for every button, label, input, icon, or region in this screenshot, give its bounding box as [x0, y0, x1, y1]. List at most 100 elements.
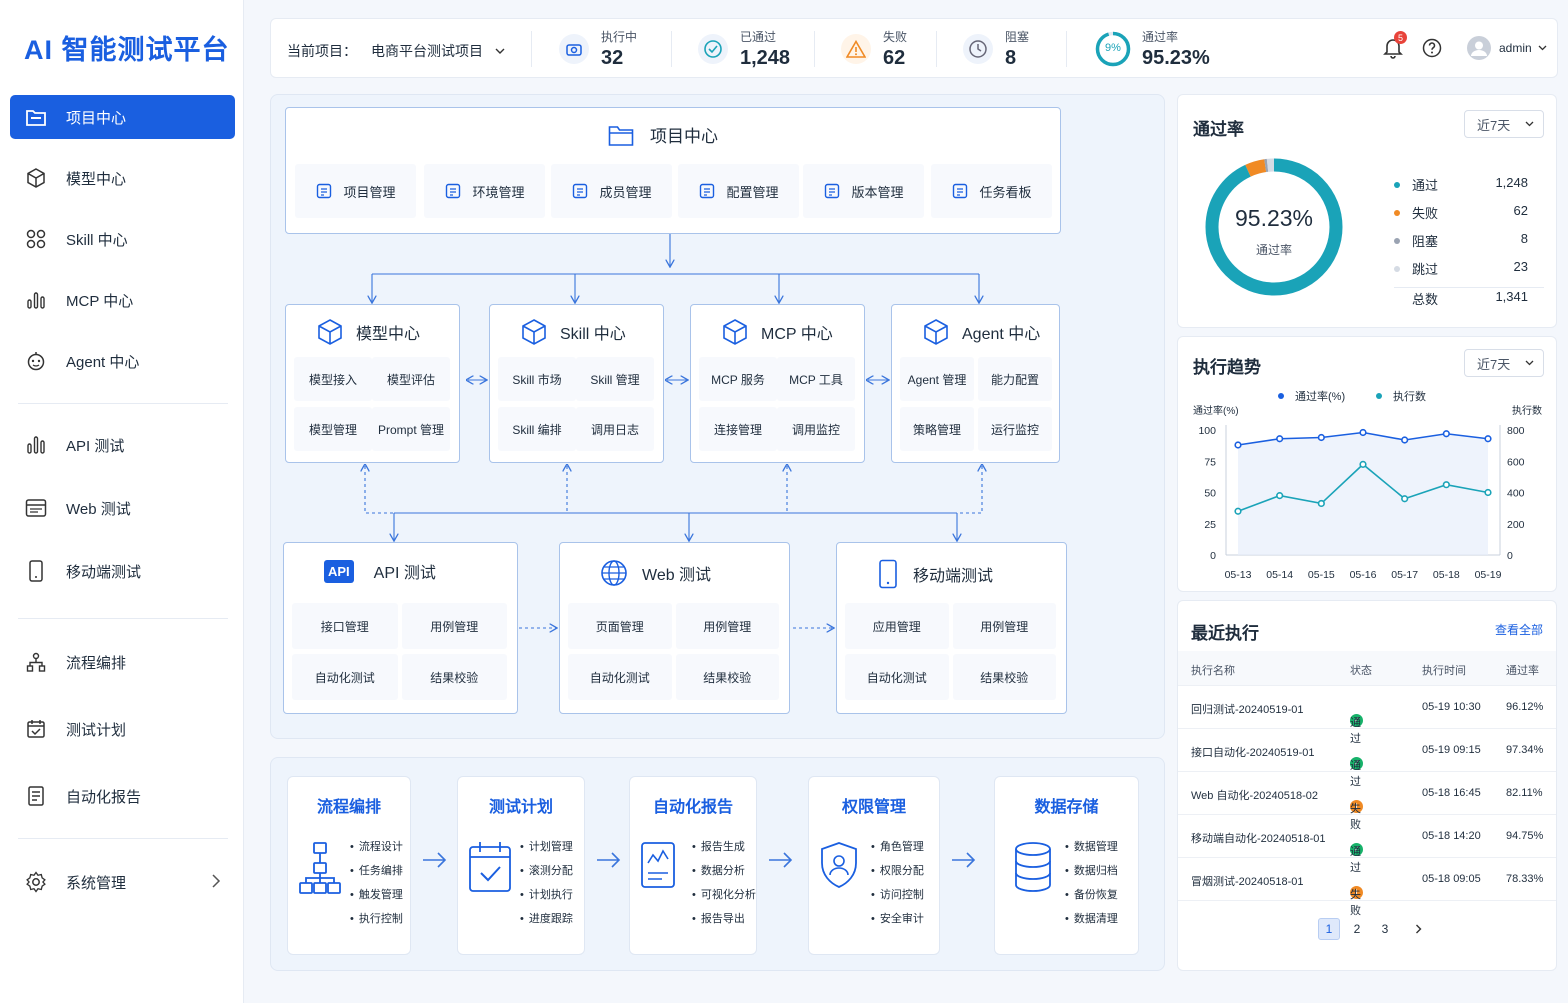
user-menu[interactable]: admin — [1467, 36, 1547, 60]
col-rate: 通过率 — [1506, 665, 1539, 677]
center-cell[interactable]: Skill 管理 — [576, 357, 654, 401]
project-center-item[interactable]: 任务看板 — [931, 164, 1052, 218]
center-cell[interactable]: 模型评估 — [372, 357, 450, 401]
project-center-title[interactable]: 项目中心 — [608, 122, 718, 147]
center-cell[interactable]: Agent 管理 — [900, 357, 974, 401]
test-card-title[interactable]: 移动端测试 — [877, 559, 993, 589]
capability-card[interactable]: 自动化报告 • 报告生成 • 数据分析 • 可视化分析 • 报告导出 — [629, 776, 757, 955]
capability-item: • 数据分析 — [692, 865, 745, 877]
center-cell[interactable]: 能力配置 — [978, 357, 1052, 401]
test-cell[interactable]: 用例管理 — [401, 603, 507, 649]
center-cell[interactable]: Skill 市场 — [498, 357, 576, 401]
stat-pass-rate: 9% 通过率 95.23% — [1094, 27, 1210, 71]
nav-item-web-test[interactable]: Web 测试 — [10, 486, 235, 530]
table-row[interactable]: Web 自动化-20240518-02! 失败 05-18 16:45 82.11% — [1178, 771, 1556, 831]
next-page-icon[interactable] — [1407, 918, 1429, 940]
nav-item-test-plan[interactable]: 测试计划 — [10, 707, 235, 751]
center-cell[interactable]: 运行监控 — [978, 407, 1052, 451]
project-label: 当前项目： — [287, 43, 357, 59]
exec-name: 移动端自动化-20240518-01 — [1191, 833, 1326, 845]
view-all-link[interactable]: 查看全部 — [1495, 621, 1543, 638]
nav-item-api-test[interactable]: API 测试 — [10, 423, 235, 467]
test-cell[interactable]: 应用管理 — [845, 603, 949, 649]
page-button[interactable]: 1 — [1318, 918, 1340, 940]
nav-item-project-center[interactable]: 项目中心 — [10, 95, 235, 139]
center-cell[interactable]: 连接管理 — [699, 407, 777, 451]
donut-value: 95.23% — [1234, 205, 1313, 231]
capability-item: • 可视化分析 — [692, 889, 756, 901]
project-center-item[interactable]: 成员管理 — [551, 164, 672, 218]
center-cell[interactable]: MCP 服务 — [699, 357, 777, 401]
capability-item: • 报告导出 — [692, 913, 745, 925]
legend-item: 失败 — [1394, 203, 1438, 222]
center-card-title[interactable]: Agent 中心 — [922, 318, 1040, 346]
capability-item: • 进度跟踪 — [520, 913, 573, 925]
project-selector[interactable]: 当前项目： 电商平台测试项目 — [287, 41, 505, 61]
page-button[interactable]: 2 — [1346, 918, 1368, 940]
test-card-title[interactable]: API API 测试 — [324, 559, 436, 583]
nav-item-system[interactable]: 系统管理 — [10, 860, 235, 904]
nav-item-agent-center[interactable]: Agent 中心 — [10, 339, 235, 383]
project-center-item[interactable]: 配置管理 — [678, 164, 799, 218]
test-cell[interactable]: 结果校验 — [952, 654, 1056, 700]
center-card-title[interactable]: MCP 中心 — [721, 318, 833, 346]
test-cell[interactable]: 自动化测试 — [845, 654, 949, 700]
help-icon[interactable] — [1422, 38, 1442, 58]
center-cell[interactable]: 调用监控 — [777, 407, 855, 451]
test-cell[interactable]: 用例管理 — [952, 603, 1056, 649]
nav-item-model-center[interactable]: 模型中心 — [10, 156, 235, 200]
capability-card[interactable]: 测试计划 • 计划管理 • 滚测分配 • 计划执行 • 进度跟踪 — [457, 776, 585, 955]
puzzle-icon — [520, 318, 548, 346]
table-row[interactable]: 接口自动化-20240519-01 ✓ 通过 05-19 09:15 97.34% — [1178, 728, 1556, 788]
table-row[interactable]: 移动端自动化-20240518-01 ✓ 通过 05-18 14:20 94.75% — [1178, 814, 1556, 874]
test-cell[interactable]: 结果校验 — [401, 654, 507, 700]
nav-item-mcp-center[interactable]: MCP 中心 — [10, 278, 235, 322]
test-cell[interactable]: 接口管理 — [292, 603, 398, 649]
test-cell[interactable]: 页面管理 — [568, 603, 672, 649]
pass-rate-range-select[interactable]: 近7天 — [1464, 110, 1544, 138]
nav-item-flow[interactable]: 流程编排 — [10, 640, 235, 684]
nav-item-mobile-test[interactable]: 移动端测试 — [10, 549, 235, 593]
test-card-title[interactable]: Web 测试 — [600, 559, 711, 587]
test-card: Web 测试页面管理 用例管理 自动化测试 结果校验 — [559, 542, 790, 714]
project-center-item[interactable]: 环境管理 — [424, 164, 545, 218]
center-cell[interactable]: Skill 编排 — [498, 407, 576, 451]
page-button[interactable]: 3 — [1374, 918, 1396, 940]
capability-card[interactable]: 数据存储 • 数据管理 • 数据归档 • 备份恢复 • 数据清理 — [994, 776, 1139, 955]
test-cell[interactable]: 结果校验 — [675, 654, 779, 700]
browser-icon — [24, 496, 48, 520]
nav-item-skill-center[interactable]: Skill 中心 — [10, 217, 235, 261]
center-cell[interactable]: Prompt 管理 — [372, 407, 450, 451]
capability-card[interactable]: 权限管理 • 角色管理 • 权限分配 • 访问控制 • 安全审计 — [808, 776, 940, 955]
center-cell[interactable]: 策略管理 — [900, 407, 974, 451]
capability-item: • 任务编排 — [350, 865, 403, 877]
capability-item: • 数据清理 — [1065, 913, 1118, 925]
center-cell[interactable]: 模型管理 — [294, 407, 372, 451]
table-row[interactable]: 冒烟测试-20240518-01! 失败 05-18 09:05 78.33% — [1178, 857, 1556, 917]
project-center-item[interactable]: 项目管理 — [295, 164, 416, 218]
table-row[interactable]: 回归测试-20240519-01 ✓ 通过 05-19 10:30 96.12% — [1178, 685, 1556, 745]
nav-item-report[interactable]: 自动化报告 — [10, 774, 235, 818]
exec-time: 05-18 09:05 — [1422, 873, 1481, 885]
center-card-title[interactable]: 模型中心 — [316, 318, 420, 346]
data-point — [1359, 428, 1367, 437]
center-cell[interactable]: 调用日志 — [576, 407, 654, 451]
test-cell[interactable]: 自动化测试 — [292, 654, 398, 700]
notification-bell-icon[interactable]: 5 — [1383, 31, 1407, 59]
capability-item: • 权限分配 — [871, 865, 924, 877]
center-card-title[interactable]: Skill 中心 — [520, 318, 626, 346]
center-cell[interactable]: MCP 工具 — [777, 357, 855, 401]
capability-item: • 计划执行 — [520, 889, 573, 901]
capability-item: • 数据归档 — [1065, 865, 1118, 877]
test-cell[interactable]: 用例管理 — [675, 603, 779, 649]
capability-card[interactable]: 流程编排 • 流程设计 • 任务编排 • 触发管理 • 执行控制 — [287, 776, 411, 955]
nav-label: 项目中心 — [66, 109, 127, 127]
y-tick-right: 600 — [1507, 456, 1525, 468]
center-cell[interactable]: 模型接入 — [294, 357, 372, 401]
center-card: MCP 中心 MCP 服务 MCP 工具 连接管理 调用监控 — [690, 304, 865, 463]
chevron-down-icon — [1525, 121, 1534, 127]
test-cell[interactable]: 自动化测试 — [568, 654, 672, 700]
data-point — [1234, 441, 1242, 449]
x-tick: 05-14 — [1266, 569, 1293, 581]
project-center-item[interactable]: 版本管理 — [803, 164, 924, 218]
